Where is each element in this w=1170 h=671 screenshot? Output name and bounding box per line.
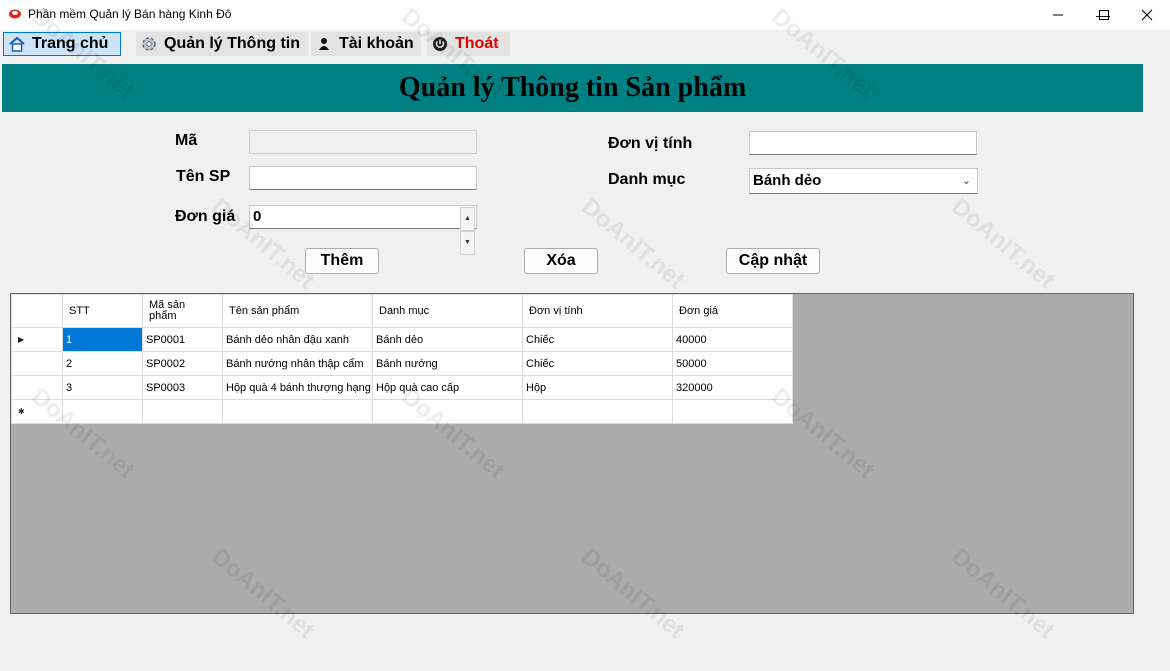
- menu-label-quan-ly-thong-tin: Quản lý Thông tin: [164, 35, 300, 52]
- don-gia-label: Đơn giá: [175, 208, 236, 225]
- current-row-icon[interactable]: ▶: [11, 327, 63, 352]
- table-cell[interactable]: 1: [62, 327, 143, 352]
- spin-buttons[interactable]: ▲ ▼: [460, 207, 475, 255]
- table-cell[interactable]: SP0002: [142, 351, 223, 376]
- table-cell[interactable]: Chiếc: [522, 351, 673, 376]
- column-header-don-gia[interactable]: Đơn giá: [672, 294, 793, 328]
- column-header-ma[interactable]: Mã sản phẩm: [142, 294, 223, 328]
- chevron-down-icon[interactable]: ⌄: [962, 169, 971, 193]
- table-cell[interactable]: Hộp quà 4 bánh thượng hạng: [222, 375, 373, 400]
- column-header-don-vi[interactable]: Đơn vị tính: [522, 294, 673, 328]
- spin-up-icon[interactable]: ▲: [460, 207, 475, 231]
- table-cell[interactable]: [222, 399, 373, 424]
- don-gia-stepper[interactable]: 0 ▲ ▼: [249, 205, 477, 255]
- power-icon: [431, 35, 449, 53]
- table-cell[interactable]: 3: [62, 375, 143, 400]
- row-header-corner: [11, 294, 63, 328]
- app-icon: [9, 9, 21, 19]
- danh-muc-value: Bánh dẻo: [753, 172, 822, 189]
- spin-down-icon[interactable]: ▼: [460, 231, 475, 255]
- table-cell[interactable]: 320000: [672, 375, 793, 400]
- watermark: DoAnIT.net: [946, 192, 1060, 295]
- new-row[interactable]: ✱: [11, 399, 793, 424]
- table-row[interactable]: 3 SP0003 Hộp quà 4 bánh thượng hạng Hộp …: [11, 375, 793, 400]
- table-cell[interactable]: [672, 399, 793, 424]
- table-cell[interactable]: [522, 399, 673, 424]
- table-cell[interactable]: Bánh nướng: [372, 351, 523, 376]
- menu-bar: Trang chủ Quản lý Thông tin Tài khoản Th…: [0, 30, 1170, 58]
- page-title: Quản lý Thông tin Sản phẩm: [398, 72, 747, 103]
- table-cell[interactable]: [62, 399, 143, 424]
- menu-item-tai-khoan[interactable]: Tài khoản: [311, 32, 421, 56]
- table-cell[interactable]: Bánh dẻo: [372, 327, 523, 352]
- ma-field[interactable]: [249, 130, 477, 154]
- user-icon: [315, 35, 333, 53]
- table-cell[interactable]: Hộp: [522, 375, 673, 400]
- row-header[interactable]: [11, 375, 63, 400]
- danh-muc-select[interactable]: Bánh dẻo ⌄: [749, 168, 978, 194]
- menu-label-trang-chu: Trang chủ: [32, 35, 109, 52]
- close-icon[interactable]: [1124, 0, 1170, 30]
- watermark: DoAnIT.net: [576, 192, 690, 295]
- table-cell[interactable]: 40000: [672, 327, 793, 352]
- ten-sp-field[interactable]: [249, 166, 477, 190]
- table-cell[interactable]: Chiếc: [522, 327, 673, 352]
- don-gia-value: 0: [253, 208, 262, 225]
- new-row-icon[interactable]: ✱: [11, 399, 63, 424]
- table-cell[interactable]: [372, 399, 523, 424]
- table-cell[interactable]: Bánh dẻo nhân đậu xanh: [222, 327, 373, 352]
- menu-item-thoat[interactable]: Thoát: [427, 32, 510, 56]
- ma-label: Mã: [175, 132, 198, 149]
- menu-item-trang-chu[interactable]: Trang chủ: [3, 32, 121, 56]
- table-cell[interactable]: 2: [62, 351, 143, 376]
- table-cell[interactable]: [142, 399, 223, 424]
- update-button[interactable]: Cập nhật: [726, 248, 820, 274]
- menu-label-tai-khoan: Tài khoản: [339, 35, 414, 52]
- table-cell[interactable]: 50000: [672, 351, 793, 376]
- don-vi-tinh-label: Đơn vị tính: [608, 135, 693, 152]
- column-header-ten[interactable]: Tên sản phẩm: [222, 294, 373, 328]
- table-cell[interactable]: Hộp quà cao cấp: [372, 375, 523, 400]
- table-cell[interactable]: SP0001: [142, 327, 223, 352]
- add-button[interactable]: Thêm: [305, 248, 379, 274]
- product-table: STT Mã sản phẩm Tên sản phẩm Danh mục Đơ…: [11, 294, 793, 424]
- delete-button[interactable]: Xóa: [524, 248, 598, 274]
- gear-icon: [140, 35, 158, 53]
- column-header-danh-muc[interactable]: Danh mục: [372, 294, 523, 328]
- table-row[interactable]: 2 SP0002 Bánh nướng nhân thập cẩm Bánh n…: [11, 351, 793, 376]
- minimize-icon[interactable]: [1035, 0, 1081, 30]
- header-band: Quản lý Thông tin Sản phẩm: [2, 64, 1143, 112]
- window-title: Phần mềm Quản lý Bán hàng Kinh Đô: [28, 7, 232, 21]
- row-header[interactable]: [11, 351, 63, 376]
- danh-muc-label: Danh mục: [608, 171, 686, 188]
- table-cell[interactable]: SP0003: [142, 375, 223, 400]
- ten-sp-label: Tên SP: [176, 168, 231, 185]
- menu-label-thoat: Thoát: [455, 35, 499, 52]
- home-icon: [8, 35, 26, 53]
- product-grid[interactable]: STT Mã sản phẩm Tên sản phẩm Danh mục Đơ…: [10, 293, 1134, 614]
- table-row[interactable]: ▶ 1 SP0001 Bánh dẻo nhân đậu xanh Bánh d…: [11, 327, 793, 352]
- title-bar: Phần mềm Quản lý Bán hàng Kinh Đô —: [0, 0, 1170, 30]
- table-cell[interactable]: Bánh nướng nhân thập cẩm: [222, 351, 373, 376]
- don-vi-tinh-field[interactable]: [749, 131, 977, 155]
- maximize-icon[interactable]: [1081, 0, 1127, 30]
- menu-item-quan-ly-thong-tin[interactable]: Quản lý Thông tin: [136, 32, 308, 56]
- column-header-stt[interactable]: STT: [62, 294, 143, 328]
